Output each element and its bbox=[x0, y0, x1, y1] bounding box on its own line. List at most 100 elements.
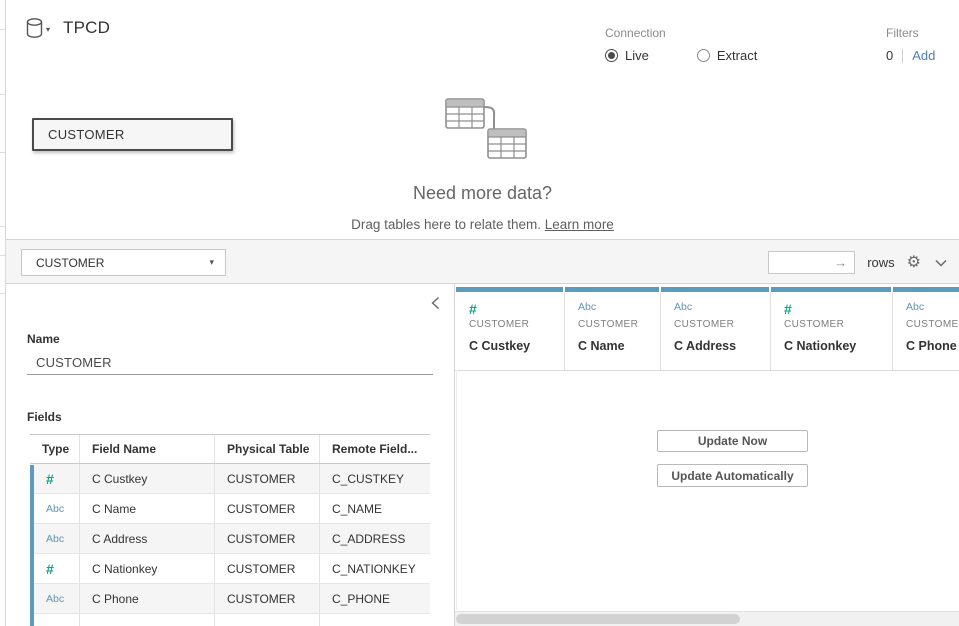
field-name-cell: C Nationkey bbox=[80, 554, 215, 583]
string-type-icon: Abc bbox=[46, 533, 64, 545]
field-row[interactable]: AbcC PhoneCUSTOMERC_PHONE bbox=[30, 584, 430, 614]
number-type-icon: # bbox=[46, 561, 54, 577]
empty-cell bbox=[80, 614, 215, 626]
learn-more-link[interactable]: Learn more bbox=[545, 217, 614, 232]
fields-column-header[interactable]: Field Name bbox=[80, 435, 215, 463]
connection-label: Connection bbox=[605, 26, 757, 40]
filters-add-link[interactable]: Add bbox=[912, 48, 935, 63]
string-type-icon: Abc bbox=[674, 301, 764, 313]
remote-field-cell: C_NATIONKEY bbox=[320, 554, 430, 583]
database-icon[interactable] bbox=[26, 18, 43, 38]
rows-count-input[interactable]: → bbox=[768, 251, 855, 274]
grid-left-border bbox=[456, 370, 457, 610]
remote-field-cell: C_ADDRESS bbox=[320, 524, 430, 553]
physical-table-cell: CUSTOMER bbox=[215, 464, 320, 493]
datagrid-toolbar: CUSTOMER ▾ → rows ⚙ bbox=[6, 240, 959, 284]
filters-count: 0 bbox=[886, 48, 893, 63]
physical-table-cell: CUSTOMER bbox=[215, 584, 320, 613]
physical-table-cell: CUSTOMER bbox=[215, 524, 320, 553]
strip-divider bbox=[0, 29, 5, 30]
grid-column-header[interactable]: # CUSTOMER C Nationkey bbox=[771, 287, 893, 370]
string-type-icon: Abc bbox=[906, 301, 959, 316]
radio-extract-icon[interactable] bbox=[697, 49, 710, 62]
column-table-caption: CUSTOMER bbox=[674, 319, 764, 330]
string-type-icon: Abc bbox=[674, 301, 764, 316]
column-table-caption: CUSTOMER bbox=[469, 319, 558, 330]
database-caret-icon[interactable]: ▾ bbox=[46, 25, 50, 34]
empty-state-subtitle: Drag tables here to relate them. bbox=[351, 217, 541, 232]
field-row[interactable]: # C NationkeyCUSTOMERC_NATIONKEY bbox=[30, 554, 430, 584]
radio-extract-label: Extract bbox=[717, 48, 757, 63]
string-type-icon: Abc bbox=[46, 593, 64, 605]
relationship-canvas: ▾ TPCD Connection Live Extract Filters 0 bbox=[6, 0, 959, 240]
field-name-cell: C Custkey bbox=[80, 464, 215, 493]
fields-column-header[interactable]: Physical Table bbox=[215, 435, 320, 463]
strip-divider bbox=[0, 255, 5, 256]
physical-table-cell: CUSTOMER bbox=[215, 554, 320, 583]
remote-field-cell: C_PHONE bbox=[320, 584, 430, 613]
radio-live-icon[interactable] bbox=[605, 49, 618, 62]
physical-table-cell: CUSTOMER bbox=[215, 494, 320, 523]
scrollbar-thumb[interactable] bbox=[456, 614, 740, 624]
field-type-cell: # bbox=[30, 464, 80, 493]
filters-divider bbox=[902, 49, 903, 63]
grid-column-header[interactable]: # CUSTOMER C Custkey bbox=[456, 287, 565, 370]
column-field-name: C Nationkey bbox=[784, 339, 886, 353]
grid-column-header[interactable]: AbcCUSTOMERC Address bbox=[661, 287, 771, 370]
field-type-cell: Abc bbox=[30, 584, 80, 613]
field-type-cell: # bbox=[30, 554, 80, 583]
empty-cell bbox=[30, 614, 80, 626]
column-header-cell[interactable]: AbcCUSTOMERC Address bbox=[661, 292, 771, 370]
field-name-cell: C Name bbox=[80, 494, 215, 523]
radio-live[interactable]: Live bbox=[605, 48, 649, 63]
gear-icon[interactable]: ⚙ bbox=[907, 255, 921, 271]
strip-divider bbox=[0, 293, 5, 294]
chevron-down-icon[interactable] bbox=[935, 259, 947, 267]
filters-label: Filters bbox=[886, 26, 935, 40]
column-header-cell[interactable]: AbcCUSTOMERC Phone bbox=[893, 292, 959, 370]
radio-extract[interactable]: Extract bbox=[697, 48, 757, 63]
field-row[interactable]: #C CustkeyCUSTOMERC_CUSTKEY bbox=[30, 464, 430, 494]
data-preview-grid: #CUSTOMERC CustkeyAbcCUSTOMERC NameAbcCU… bbox=[455, 284, 959, 626]
table-name-input[interactable]: CUSTOMER bbox=[27, 350, 433, 375]
name-label: Name bbox=[27, 332, 60, 346]
empty-cell bbox=[215, 614, 320, 626]
datasource-header: ▾ TPCD bbox=[26, 18, 110, 38]
string-type-icon: Abc bbox=[46, 503, 64, 515]
grid-column-header[interactable]: AbcCUSTOMERC Name bbox=[565, 287, 661, 370]
number-type-icon: # bbox=[469, 301, 558, 317]
column-table-caption: CUSTOMER bbox=[784, 319, 886, 330]
update-now-button[interactable]: Update Now bbox=[657, 430, 808, 452]
empty-state-title: Need more data? bbox=[6, 183, 959, 204]
field-name-cell: C Address bbox=[80, 524, 215, 553]
column-table-caption: CUSTOMER bbox=[578, 319, 654, 330]
grid-column-header[interactable]: AbcCUSTOMERC Phone bbox=[893, 287, 959, 370]
number-type-icon: # bbox=[469, 301, 558, 316]
grid-horizontal-scrollbar[interactable] bbox=[455, 611, 959, 626]
column-field-name: C Custkey bbox=[469, 339, 558, 353]
column-header-cell[interactable]: AbcCUSTOMERC Name bbox=[565, 292, 661, 370]
fields-table-header: TypeField NamePhysical TableRemote Field… bbox=[30, 434, 430, 464]
rows-label: rows bbox=[867, 255, 894, 270]
datasource-title[interactable]: TPCD bbox=[63, 18, 110, 38]
column-header-cell[interactable]: # CUSTOMER C Custkey bbox=[456, 292, 565, 370]
table-selector-value: CUSTOMER bbox=[36, 256, 104, 270]
field-row-partial[interactable] bbox=[30, 614, 430, 626]
remote-field-cell: C_NAME bbox=[320, 494, 430, 523]
filters-section: Filters 0 Add bbox=[886, 26, 935, 63]
dropdown-caret-icon: ▾ bbox=[209, 257, 214, 268]
number-type-icon: # bbox=[784, 301, 886, 317]
collapse-panel-icon[interactable] bbox=[431, 296, 440, 315]
field-row[interactable]: Abc C NameCUSTOMERC_NAME bbox=[30, 494, 430, 524]
table-selector-dropdown[interactable]: CUSTOMER ▾ bbox=[21, 249, 226, 276]
column-header-cell[interactable]: # CUSTOMER C Nationkey bbox=[771, 292, 893, 370]
update-automatically-button[interactable]: Update Automatically bbox=[657, 464, 808, 487]
field-row[interactable]: Abc C AddressCUSTOMERC_ADDRESS bbox=[30, 524, 430, 554]
field-type-cell: Abc bbox=[30, 524, 80, 553]
grid-header-underline bbox=[455, 370, 959, 371]
fields-column-header[interactable]: Remote Field... bbox=[320, 435, 430, 463]
column-field-name: C Name bbox=[578, 339, 654, 353]
fields-table-accent-bar bbox=[30, 465, 34, 626]
related-tables-icon bbox=[422, 96, 544, 162]
fields-column-header[interactable]: Type bbox=[30, 435, 80, 463]
